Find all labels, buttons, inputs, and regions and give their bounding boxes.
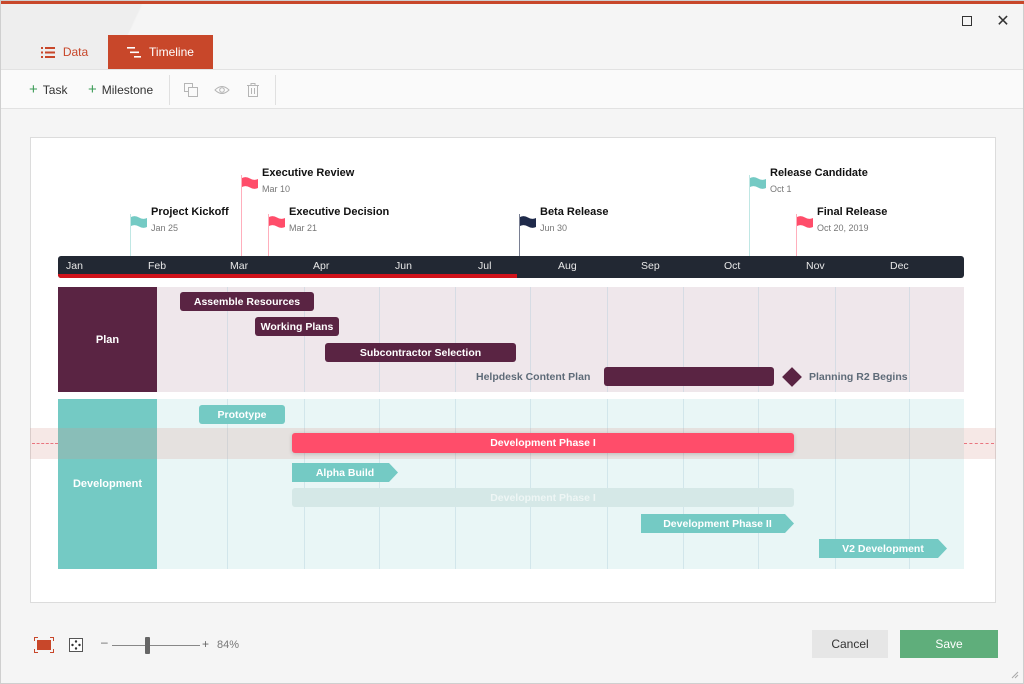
milestone-title: Final Release bbox=[817, 206, 888, 218]
delete-icon bbox=[247, 83, 259, 97]
swimlane-label-development[interactable]: Development bbox=[58, 399, 157, 569]
zoom-level-value: 84% bbox=[217, 639, 240, 651]
center-view-icon bbox=[69, 638, 83, 652]
tab-data[interactable]: Data bbox=[21, 35, 108, 69]
gridline bbox=[607, 399, 608, 569]
flag-icon bbox=[520, 216, 536, 228]
toolbar: + Task + Milestone bbox=[1, 69, 1023, 109]
flag-icon bbox=[131, 216, 147, 228]
milestone-title: Beta Release bbox=[540, 206, 609, 218]
task-bar-drag-ghost: Development Phase I bbox=[292, 488, 794, 507]
visibility-icon bbox=[214, 86, 230, 94]
maximize-button[interactable] bbox=[955, 10, 979, 32]
fit-to-screen-button[interactable] bbox=[34, 637, 54, 658]
cancel-button[interactable]: Cancel bbox=[812, 630, 888, 658]
milestone-date: Jan 25 bbox=[151, 223, 179, 233]
highlight-guide-right bbox=[964, 443, 994, 444]
milestone-title: Project Kickoff bbox=[151, 206, 229, 218]
gridline bbox=[758, 399, 759, 569]
timeline-editor-window: ✕ Data Timeline + Task + Milestone Proje… bbox=[0, 0, 1024, 684]
fit-to-screen-icon bbox=[34, 637, 54, 653]
milestone-date: Mar 10 bbox=[262, 184, 291, 194]
task-bar[interactable]: Alpha Build bbox=[292, 463, 398, 482]
delete-button[interactable] bbox=[245, 82, 261, 98]
gridline bbox=[379, 287, 380, 392]
milestone-date: Oct 1 bbox=[770, 184, 792, 194]
add-task-button[interactable]: + Task bbox=[29, 82, 67, 97]
gridline bbox=[530, 399, 531, 569]
task-bar[interactable]: Development Phase II bbox=[641, 514, 794, 533]
zoom-slider-track[interactable] bbox=[112, 645, 200, 646]
swimlane-label-plan[interactable]: Plan bbox=[58, 287, 157, 392]
task-bar[interactable]: Assemble Resources bbox=[180, 292, 314, 311]
month-label: Mar bbox=[230, 260, 249, 272]
flag-icon bbox=[242, 177, 258, 189]
month-label: Nov bbox=[806, 260, 825, 272]
flag-icon bbox=[797, 216, 813, 228]
close-button[interactable]: ✕ bbox=[991, 10, 1015, 32]
zoom-out-button[interactable]: – bbox=[101, 635, 108, 649]
highlight-guide-left bbox=[32, 443, 58, 444]
zoom-slider-handle[interactable] bbox=[145, 637, 150, 654]
month-label: Apr bbox=[313, 260, 330, 272]
list-icon bbox=[40, 46, 55, 58]
task-label-external: Helpdesk Content Plan bbox=[476, 371, 591, 383]
task-bar-selected[interactable]: Development Phase I bbox=[292, 433, 794, 453]
duplicate-icon bbox=[184, 83, 198, 97]
milestone-title: Executive Review bbox=[262, 167, 355, 179]
toolbar-divider bbox=[275, 75, 276, 105]
task-bar[interactable]: V2 Development bbox=[819, 539, 947, 558]
save-button[interactable]: Save bbox=[900, 630, 998, 658]
month-label: Oct bbox=[724, 260, 741, 272]
close-icon: ✕ bbox=[996, 13, 1010, 30]
visibility-button[interactable] bbox=[214, 82, 230, 98]
month-label: Aug bbox=[558, 260, 577, 272]
title-bar: ✕ bbox=[1, 4, 1023, 69]
gridline bbox=[304, 399, 305, 569]
milestone-date: Mar 21 bbox=[289, 223, 318, 233]
milestone-label: Planning R2 Begins bbox=[809, 371, 908, 383]
gridline bbox=[227, 399, 228, 569]
month-label: Jun bbox=[395, 260, 412, 272]
maximize-icon bbox=[962, 16, 972, 26]
gridline bbox=[909, 287, 910, 392]
gridline bbox=[683, 399, 684, 569]
month-label: Jul bbox=[478, 260, 492, 272]
month-label: Sep bbox=[641, 260, 660, 272]
plus-icon: + bbox=[88, 81, 97, 98]
plus-icon: + bbox=[29, 81, 38, 98]
toolbar-divider bbox=[169, 75, 170, 105]
task-bar[interactable]: Subcontractor Selection bbox=[325, 343, 516, 362]
task-bar[interactable]: Working Plans bbox=[255, 317, 339, 336]
add-milestone-button[interactable]: + Milestone bbox=[88, 82, 153, 97]
milestone-date: Jun 30 bbox=[540, 223, 568, 233]
gridline bbox=[455, 287, 456, 392]
milestone-title: Executive Decision bbox=[289, 206, 390, 218]
resize-grip-icon[interactable] bbox=[1011, 671, 1019, 679]
duplicate-button[interactable] bbox=[183, 82, 199, 98]
month-label: Jan bbox=[66, 260, 83, 272]
time-progress-bar bbox=[58, 274, 517, 278]
milestone-date: Oct 20, 2019 bbox=[817, 223, 869, 233]
view-tabs: Data Timeline bbox=[21, 35, 213, 69]
flag-icon bbox=[269, 216, 285, 228]
gridline bbox=[455, 399, 456, 569]
add-milestone-label: Milestone bbox=[101, 82, 154, 97]
month-label: Feb bbox=[148, 260, 167, 272]
tab-timeline-label: Timeline bbox=[149, 45, 194, 59]
zoom-in-button[interactable]: + bbox=[202, 637, 209, 651]
add-task-label: Task bbox=[42, 82, 68, 97]
task-bar[interactable]: Prototype bbox=[199, 405, 285, 424]
tab-timeline[interactable]: Timeline bbox=[108, 35, 213, 69]
tab-data-label: Data bbox=[62, 45, 89, 59]
flag-icon bbox=[750, 177, 766, 189]
month-label: Dec bbox=[890, 260, 909, 272]
timeline-icon bbox=[127, 46, 142, 58]
center-view-button[interactable] bbox=[69, 638, 83, 657]
gridline bbox=[379, 399, 380, 569]
milestone-title: Release Candidate bbox=[770, 167, 868, 179]
task-bar-helpdesk-content-plan[interactable] bbox=[604, 367, 774, 386]
time-scale: Jan Feb Mar Apr Jun Jul Aug Sep Oct Nov Dec bbox=[58, 256, 964, 278]
